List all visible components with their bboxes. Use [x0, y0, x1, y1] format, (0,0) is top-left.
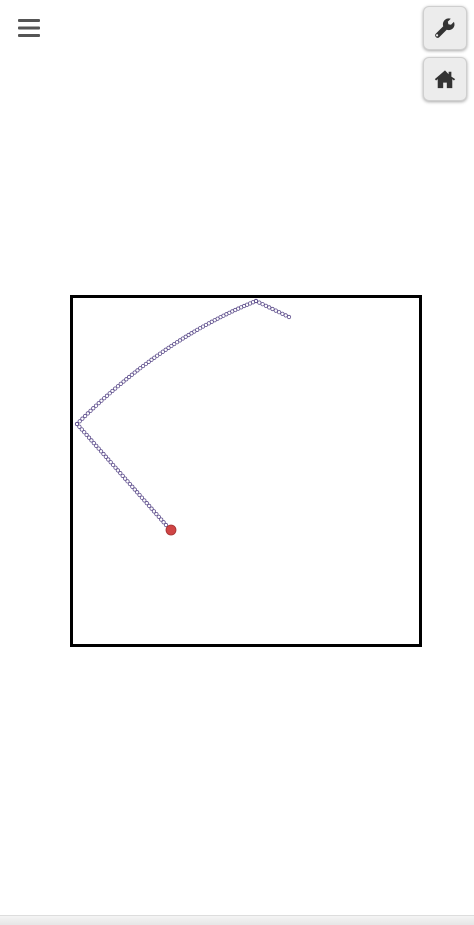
ball-trail	[74, 298, 292, 528]
simulation-canvas[interactable]	[70, 295, 422, 647]
home-icon	[434, 70, 456, 89]
menu-button[interactable]	[12, 12, 46, 44]
trail-point	[277, 310, 282, 315]
trail-point	[283, 313, 288, 318]
trail-point	[80, 416, 85, 421]
trail-point	[263, 303, 268, 308]
ball[interactable]	[165, 524, 177, 536]
hamburger-menu-icon	[18, 19, 40, 37]
trail-point	[270, 306, 275, 312]
settings-button[interactable]	[423, 6, 467, 50]
trail-point	[280, 311, 285, 316]
app-page	[0, 0, 474, 925]
trail-point	[77, 419, 82, 424]
trail-point	[260, 302, 265, 307]
home-button[interactable]	[423, 57, 467, 101]
wrench-icon	[435, 18, 455, 38]
bottom-bar	[0, 915, 474, 925]
trail-point	[273, 308, 278, 313]
trail-point	[267, 305, 272, 310]
trail-point	[83, 413, 88, 419]
trail-point	[257, 300, 262, 305]
simulation-box	[70, 295, 422, 647]
trail-point	[286, 314, 292, 320]
